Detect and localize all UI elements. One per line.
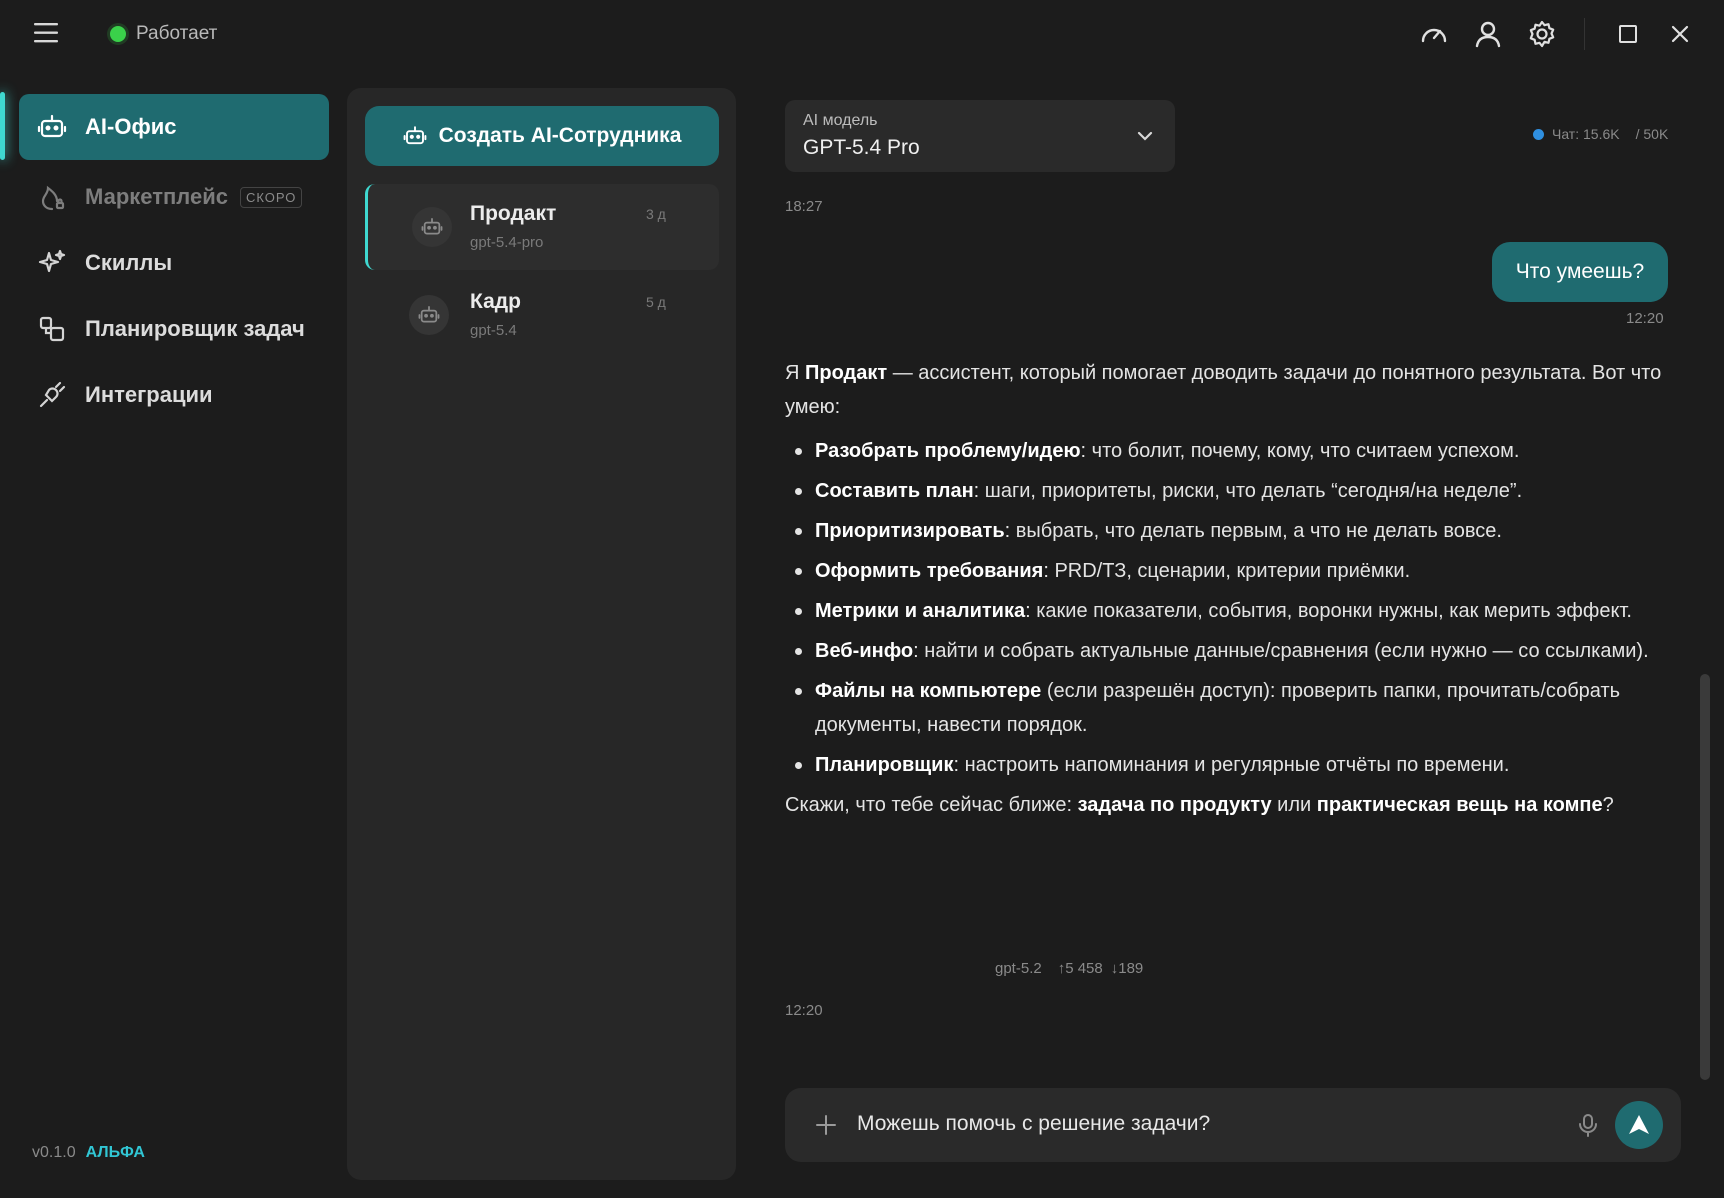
message-timestamp: 18:27 [785,198,823,215]
create-agent-button[interactable]: Создать AI-Сотрудника [365,106,719,166]
gear-icon[interactable] [1526,18,1558,50]
list-item: Составить план: шаги, приоритеты, риски,… [785,474,1665,508]
agent-avatar [409,295,449,335]
titlebar-divider [1584,18,1585,50]
message-input[interactable] [857,1112,1557,1136]
robot-icon [421,218,443,235]
agent-age: 5 д [646,294,666,310]
active-nav-indicator [0,92,5,160]
flame-icon [37,182,67,212]
model-select[interactable]: AI модель GPT-5.4 Pro [785,100,1175,172]
tokens-in: ↑5 458 [1057,960,1103,977]
assistant-message: Я Продакт — ассистент, который помогает … [785,356,1665,822]
chat-scrollbar[interactable] [1700,674,1710,1080]
list-item: Веб-инфо: найти и собрать актуальные дан… [785,634,1665,668]
usage-limit: / 50K [1635,126,1669,142]
list-item: Разобрать проблему/идею: что болит, поче… [785,434,1665,468]
usage-chat: Чат: 15.6K [1552,126,1620,142]
title-bar: Работает [0,0,1724,68]
nav-item-skills[interactable]: Скиллы [19,230,329,296]
nav-label: AI-Офис [85,114,177,139]
microphone-icon[interactable] [1575,1112,1601,1138]
reply-intro: Я Продакт — ассистент, который помогает … [785,362,1662,418]
nav-item-scheduler[interactable]: Планировщик задач [19,296,329,362]
close-icon[interactable] [1664,18,1696,50]
agent-model: gpt-5.4-pro [470,234,544,251]
menu-icon[interactable] [34,22,60,44]
nav-label: Маркетплейс [85,184,228,209]
release-channel-badge: АЛЬФА [85,1144,145,1161]
reply-model: gpt-5.2 [995,960,1042,977]
agent-item-hr[interactable]: Кадр gpt-5.4 5 д [365,272,719,358]
status-indicator: Работает [110,22,217,46]
capabilities-list: Разобрать проблему/идею: что болит, поче… [785,434,1665,782]
create-agent-label: Создать AI-Сотрудника [438,124,682,147]
send-arrow-icon [1629,1115,1649,1134]
plug-icon [37,380,67,410]
send-button[interactable] [1615,1101,1663,1149]
nav-item-ai-office[interactable]: AI-Офис [19,94,329,160]
message-composer [785,1088,1681,1162]
nav-label: Планировщик задач [85,316,305,341]
speedometer-icon[interactable] [1418,18,1450,50]
user-icon[interactable] [1472,18,1504,50]
agent-age: 3 д [646,206,666,222]
status-text: Работает [136,23,218,44]
list-item: Приоритизировать: выбрать, что делать пе… [785,514,1665,548]
reply-meta: gpt-5.2 ↑5 458 ↓189 [995,960,1143,977]
robot-icon [418,306,440,323]
nav-label: Интеграции [85,382,213,407]
user-message-bubble: Что умеешь? [1492,242,1668,302]
context-usage: Чат: 15.6K / 50K [1533,126,1668,142]
version-number: v0.1.0 [32,1144,76,1161]
agent-model: gpt-5.4 [470,322,517,339]
agent-name: Кадр [470,290,521,313]
list-item: Оформить требования: PRD/ТЗ, сценарии, к… [785,554,1665,588]
list-item: Файлы на компьютере (если разрешён досту… [785,674,1665,742]
list-item: Метрики и аналитика: какие показатели, с… [785,594,1665,628]
status-dot-icon [110,26,126,42]
reply-outro: Скажи, что тебе сейчас ближе: задача по … [785,794,1614,816]
soon-badge: СКОРО [239,186,303,208]
maximize-icon[interactable] [1612,18,1644,50]
nav-item-marketplace[interactable]: Маркетплейс СКОРО [19,164,329,230]
list-item: Планировщик: настроить напоминания и рег… [785,748,1665,782]
robot-icon [403,126,426,145]
app-version: v0.1.0 АЛЬФА [32,1144,145,1162]
user-message-time: 12:20 [1626,310,1664,327]
plus-icon[interactable] [813,1112,839,1138]
model-select-value: GPT-5.4 Pro [803,136,920,159]
agent-item-product[interactable]: Продакт gpt-5.4-pro 3 д [365,184,719,270]
tokens-out: ↓189 [1110,960,1144,977]
model-select-label: AI модель [803,112,878,129]
sparkle-icon [37,248,67,278]
nav-item-integrations[interactable]: Интеграции [19,362,329,428]
robot-icon [37,112,67,142]
nav-label: Скиллы [85,250,173,275]
agent-avatar [412,207,452,247]
reply-timestamp: 12:20 [785,1002,823,1019]
agent-name: Продакт [470,202,557,225]
scheduler-icon [37,314,67,344]
chevron-down-icon [1137,131,1153,141]
usage-dot-icon [1533,128,1544,140]
